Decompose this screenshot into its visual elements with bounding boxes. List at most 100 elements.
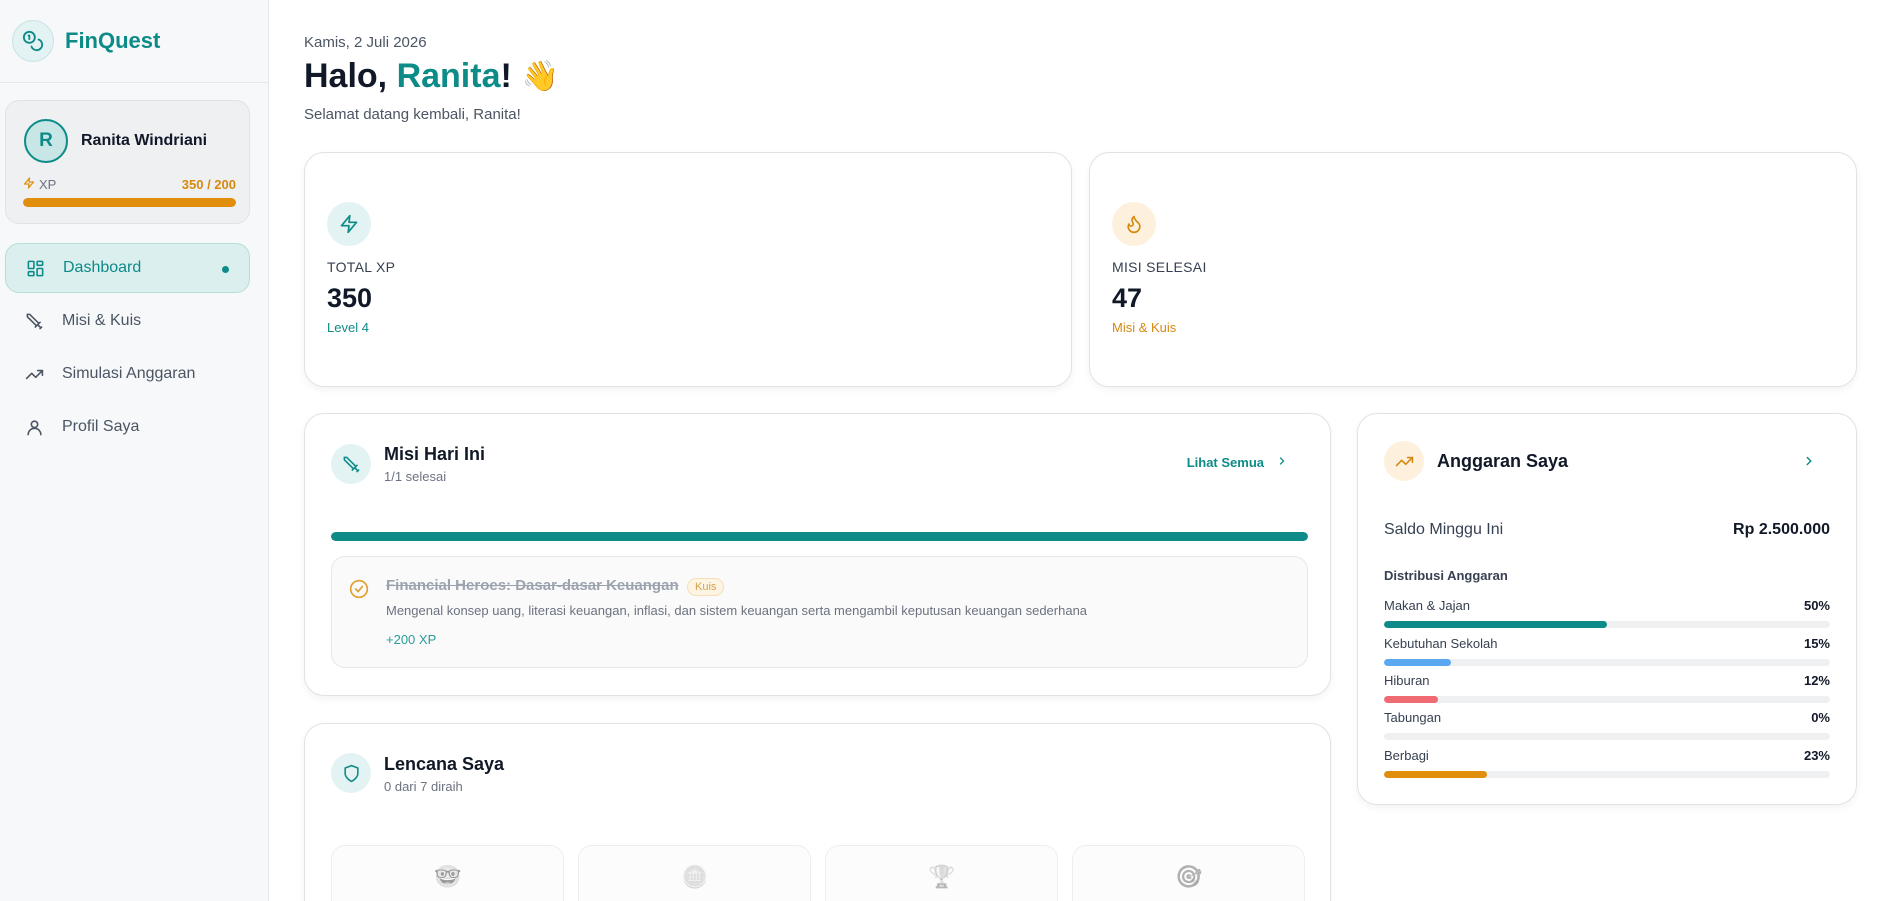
budget-track <box>1384 771 1830 778</box>
nav-item-misi-kuis[interactable]: Misi & Kuis <box>5 296 250 346</box>
missions-progress-fill <box>331 532 1308 541</box>
budget-track <box>1384 696 1830 703</box>
nav-label: Simulasi Anggaran <box>62 365 196 382</box>
section-title: Misi Hari Ini <box>384 444 486 464</box>
brand[interactable]: FinQuest <box>0 0 268 83</box>
budget-label: Tabungan <box>1384 710 1442 725</box>
shield-icon <box>331 753 371 793</box>
nav-item-simulasi-anggaran[interactable]: Simulasi Anggaran <box>5 349 250 399</box>
nav-item-profil-saya[interactable]: Profil Saya <box>5 402 250 452</box>
balance-label: Saldo Minggu Ini <box>1384 521 1504 538</box>
budget-pct: 50% <box>1803 598 1830 613</box>
budget-label: Kebutuhan Sekolah <box>1384 636 1498 651</box>
budget-label: Hiburan <box>1384 673 1430 688</box>
section-subtitle: 1/1 selesai <box>384 469 447 484</box>
budget-track <box>1384 733 1830 740</box>
stat-value: 47 <box>1112 283 1143 313</box>
avatar: R <box>24 119 68 163</box>
see-all-label: Lihat Semua <box>1186 455 1264 470</box>
waving-hand-icon: 👋 <box>521 60 560 93</box>
section-subtitle: 0 dari 7 diraih <box>384 779 463 794</box>
section-title: Lencana Saya <box>384 754 505 774</box>
stat-sub: Level 4 <box>327 320 369 335</box>
missions-card: Misi Hari Ini 1/1 selesai Lihat Semua Fi… <box>304 413 1331 696</box>
balance-value: Rp 2.500.000 <box>1733 521 1830 538</box>
budget-track <box>1384 621 1830 628</box>
sidebar: FinQuest R Ranita Windriani XP 350 / 200… <box>0 0 269 901</box>
nav-label: Dashboard <box>63 259 142 276</box>
mission-description: Mengenal konsep uang, literasi keuangan,… <box>386 603 1088 618</box>
stat-sub: Misi & Kuis <box>1112 320 1177 335</box>
budget-row: Kebutuhan Sekolah 15% <box>1384 636 1830 651</box>
budget-row: Hiburan 12% <box>1384 673 1830 688</box>
target-icon: 🎯 <box>1175 864 1203 889</box>
budget-pct: 0% <box>1811 710 1830 725</box>
sword-icon <box>24 311 44 331</box>
xp-progress-fill <box>23 198 236 207</box>
chevron-right-icon <box>1276 455 1288 470</box>
budget-fill <box>1384 771 1487 778</box>
badge-tile[interactable]: 🤓 <box>331 845 564 901</box>
budget-row: Berbagi 23% <box>1384 748 1830 763</box>
budget-fill <box>1384 659 1451 666</box>
lightning-icon <box>327 202 371 246</box>
active-dot <box>222 266 229 273</box>
flame-icon <box>1112 202 1156 246</box>
mission-title: Financial Heroes: Dasar-dasar Keuangan <box>386 577 679 594</box>
current-date: Kamis, 2 Juli 2026 <box>304 34 427 51</box>
badge-tile[interactable]: 🎯 <box>1072 845 1305 901</box>
xp-label: XP <box>39 177 57 192</box>
see-all-link[interactable]: Lihat Semua <box>1187 455 1288 470</box>
mission-item[interactable]: Financial Heroes: Dasar-dasar Keuangan K… <box>331 556 1308 668</box>
budget-pct: 15% <box>1803 636 1830 651</box>
check-circle-icon <box>349 579 369 599</box>
coins-logo-icon <box>12 20 54 62</box>
budget-pct: 23% <box>1803 748 1830 763</box>
stat-label: MISI SELESAI <box>1112 259 1207 275</box>
greeting: Halo, Ranita ! 👋 <box>304 57 559 96</box>
badge-tile[interactable]: 🏆 <box>825 845 1058 901</box>
greeting-suffix: ! <box>500 57 512 95</box>
stat-card-misi-selesai: MISI SELESAI 47 Misi & Kuis <box>1089 152 1857 387</box>
budget-fill <box>1384 621 1607 628</box>
stat-label: TOTAL XP <box>327 259 396 275</box>
trending-up-icon <box>24 364 44 384</box>
missions-progress-bar <box>331 532 1308 541</box>
trophy-icon: 🏆 <box>928 864 956 889</box>
welcome-text: Selamat datang kembali, Ranita! <box>304 106 521 123</box>
nav-item-dashboard[interactable]: Dashboard <box>5 243 250 293</box>
budget-row: Makan & Jajan 50% <box>1384 598 1830 613</box>
sword-icon <box>331 444 371 484</box>
greeting-prefix: Halo, <box>304 57 397 95</box>
budget-row: Tabungan 0% <box>1384 710 1830 725</box>
user-icon <box>24 417 44 437</box>
nav-label: Profil Saya <box>62 418 140 435</box>
hero-face-icon: 🤓 <box>434 864 462 889</box>
budget-card: Anggaran Saya Saldo Minggu Ini Rp 2.500.… <box>1357 413 1857 805</box>
xp-progress-bar <box>23 198 236 207</box>
balance-row: Saldo Minggu Ini Rp 2.500.000 <box>1384 521 1830 539</box>
app-name: FinQuest <box>65 28 161 53</box>
nav-label: Misi & Kuis <box>62 312 142 329</box>
user-name: Ranita Windriani <box>81 132 208 149</box>
user-card: R Ranita Windriani XP 350 / 200 <box>5 100 250 224</box>
mission-type-badge: Kuis <box>687 578 725 596</box>
greeting-name: Ranita <box>396 57 501 95</box>
budget-pct: 12% <box>1803 673 1830 688</box>
stat-value: 350 <box>327 283 373 313</box>
main-nav: Dashboard Misi & Kuis Simulasi Anggaran … <box>5 243 250 455</box>
section-title: Anggaran Saya <box>1437 451 1569 471</box>
budget-label: Makan & Jajan <box>1384 598 1470 613</box>
xp-value: 350 / 200 <box>181 177 236 192</box>
dashboard-icon <box>25 258 45 278</box>
budget-track <box>1384 659 1830 666</box>
mission-xp: +200 XP <box>386 632 437 647</box>
chevron-right-icon[interactable] <box>1802 454 1816 473</box>
lightning-icon <box>23 177 35 192</box>
coin-icon: 🪙 <box>681 864 709 889</box>
stat-card-total-xp: TOTAL XP 350 Level 4 <box>304 152 1072 387</box>
distribution-label: Distribusi Anggaran <box>1384 568 1508 583</box>
badge-tile[interactable]: 🪙 <box>578 845 811 901</box>
badges-card: Lencana Saya 0 dari 7 diraih 🤓 🪙 🏆 🎯 <box>304 723 1331 901</box>
budget-label: Berbagi <box>1384 748 1429 763</box>
